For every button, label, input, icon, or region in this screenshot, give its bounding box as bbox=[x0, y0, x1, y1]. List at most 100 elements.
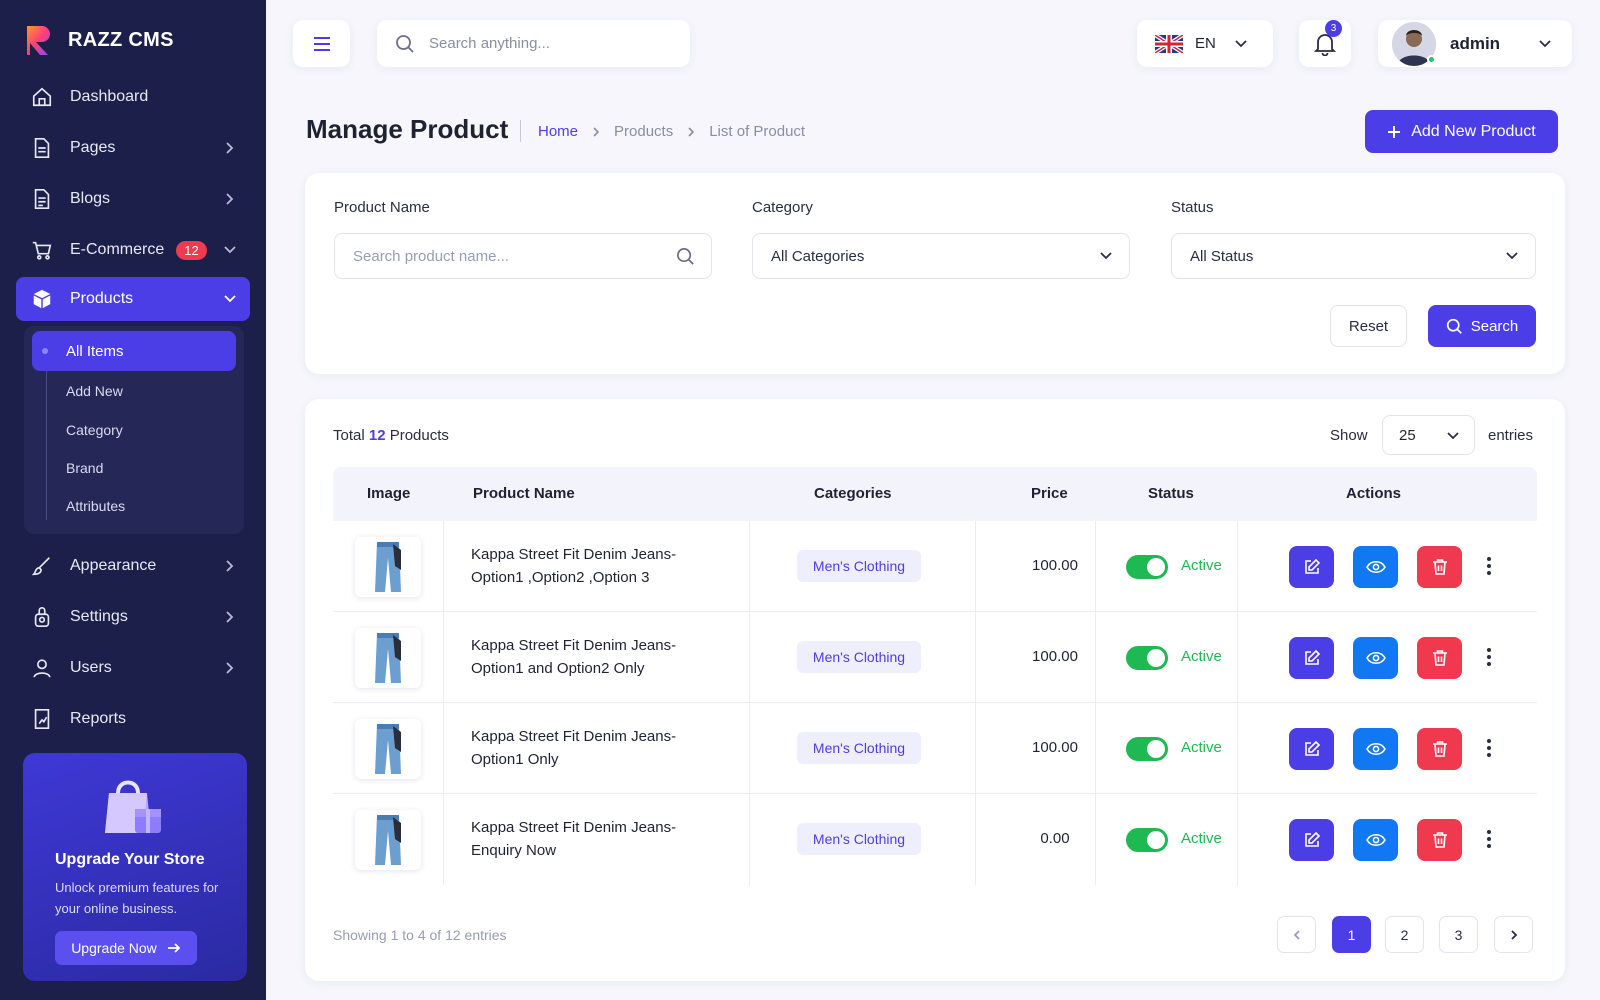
view-button[interactable] bbox=[1353, 546, 1398, 588]
breadcrumb-products[interactable]: Products bbox=[614, 123, 673, 140]
chevron-right-icon bbox=[220, 138, 240, 158]
more-options-icon[interactable] bbox=[1483, 736, 1495, 760]
view-button[interactable] bbox=[1353, 728, 1398, 770]
search-icon bbox=[1446, 318, 1462, 334]
status-text: Active bbox=[1181, 739, 1222, 756]
pagination-prev-button[interactable] bbox=[1277, 916, 1316, 953]
upgrade-now-button[interactable]: Upgrade Now bbox=[55, 931, 197, 965]
category-label: Category bbox=[752, 199, 813, 216]
product-name-line1: Kappa Street Fit Denim Jeans- bbox=[471, 546, 677, 563]
delete-button[interactable] bbox=[1417, 819, 1462, 861]
submenu-category[interactable]: Category bbox=[32, 410, 236, 450]
product-name-input[interactable]: Search product name... bbox=[334, 233, 712, 279]
delete-button[interactable] bbox=[1417, 637, 1462, 679]
product-name-line2: Option1 and Option2 Only bbox=[471, 660, 645, 677]
product-thumbnail[interactable] bbox=[355, 628, 421, 688]
pagination-next-button[interactable] bbox=[1494, 916, 1533, 953]
language-select[interactable]: EN bbox=[1137, 20, 1273, 67]
column-divider bbox=[975, 612, 976, 702]
submenu-brand[interactable]: Brand bbox=[32, 448, 236, 488]
pagination-page-1[interactable]: 1 bbox=[1332, 916, 1371, 953]
more-options-icon[interactable] bbox=[1483, 827, 1495, 851]
edit-button[interactable] bbox=[1289, 546, 1334, 588]
page-title: Manage Product bbox=[306, 114, 509, 144]
status-toggle[interactable] bbox=[1126, 737, 1168, 761]
sidebar-item-users[interactable]: Users bbox=[16, 646, 250, 690]
add-new-product-button[interactable]: Add New Product bbox=[1365, 110, 1558, 153]
edit-button[interactable] bbox=[1289, 819, 1334, 861]
user-menu[interactable]: admin bbox=[1378, 20, 1572, 67]
status-toggle[interactable] bbox=[1126, 646, 1168, 670]
status-text: Active bbox=[1181, 557, 1222, 574]
chevron-right-icon bbox=[593, 126, 600, 137]
product-price: 0.00 bbox=[1040, 830, 1070, 847]
pagination-page-2[interactable]: 2 bbox=[1385, 916, 1424, 953]
reset-button[interactable]: Reset bbox=[1330, 305, 1407, 347]
chevron-left-icon bbox=[1293, 929, 1300, 940]
sidebar-item-label: Pages bbox=[70, 139, 116, 156]
header-actions: Actions bbox=[1346, 485, 1402, 502]
product-thumbnail[interactable] bbox=[355, 810, 421, 870]
sidebar-item-label: Blogs bbox=[70, 190, 111, 207]
more-options-icon[interactable] bbox=[1483, 554, 1495, 578]
category-select[interactable]: All Categories bbox=[752, 233, 1130, 279]
edit-button[interactable] bbox=[1289, 637, 1334, 679]
sidebar-item-reports[interactable]: Reports bbox=[16, 697, 250, 741]
product-thumbnail[interactable] bbox=[355, 719, 421, 779]
search-button[interactable]: Search bbox=[1428, 305, 1536, 347]
submenu-all-items[interactable]: All Items bbox=[32, 331, 236, 371]
entries-per-page-select[interactable]: 25 bbox=[1382, 415, 1475, 455]
global-search-input[interactable]: Search anything... bbox=[377, 20, 690, 67]
report-icon bbox=[30, 707, 54, 731]
view-button[interactable] bbox=[1353, 819, 1398, 861]
user-name: admin bbox=[1450, 33, 1501, 53]
jeans-image-icon bbox=[375, 633, 401, 683]
chevron-right-icon bbox=[220, 607, 240, 627]
edit-icon bbox=[1304, 740, 1320, 756]
brand[interactable]: RAZZ CMS bbox=[24, 22, 174, 58]
chevron-down-icon bbox=[1506, 252, 1518, 260]
delete-button[interactable] bbox=[1417, 546, 1462, 588]
user-icon bbox=[30, 656, 54, 680]
menu-toggle-button[interactable] bbox=[293, 20, 350, 67]
entries-label: entries bbox=[1488, 427, 1534, 444]
notifications-button[interactable]: 3 bbox=[1299, 20, 1351, 67]
delete-button[interactable] bbox=[1417, 728, 1462, 770]
product-name-line1: Kappa Street Fit Denim Jeans- bbox=[471, 637, 677, 654]
more-options-icon[interactable] bbox=[1483, 645, 1495, 669]
edit-button[interactable] bbox=[1289, 728, 1334, 770]
view-button[interactable] bbox=[1353, 637, 1398, 679]
sidebar-item-label: Products bbox=[70, 290, 134, 307]
submenu-attributes[interactable]: Attributes bbox=[32, 486, 236, 526]
table-row: Kappa Street Fit Denim Jeans- Enquiry Now… bbox=[333, 794, 1537, 885]
sidebar-item-blogs[interactable]: Blogs bbox=[16, 177, 250, 221]
showing-entries-text: Showing 1 to 4 of 12 entries bbox=[333, 927, 507, 943]
product-name: Kappa Street Fit Denim Jeans- Option1 ,Op… bbox=[471, 543, 711, 589]
jeans-image-icon bbox=[375, 724, 401, 774]
column-divider bbox=[1237, 794, 1238, 885]
pagination-page-3[interactable]: 3 bbox=[1439, 916, 1478, 953]
sidebar-item-dashboard[interactable]: Dashboard bbox=[16, 75, 250, 119]
upgrade-button-label: Upgrade Now bbox=[71, 940, 157, 956]
sidebar-item-label: Users bbox=[70, 659, 112, 676]
sidebar-item-settings[interactable]: Settings bbox=[16, 595, 250, 639]
submenu-add-new[interactable]: Add New bbox=[32, 371, 236, 411]
column-divider bbox=[749, 794, 750, 885]
status-select[interactable]: All Status bbox=[1171, 233, 1536, 279]
status-toggle[interactable] bbox=[1126, 555, 1168, 579]
sidebar-item-pages[interactable]: Pages bbox=[16, 126, 250, 170]
product-thumbnail[interactable] bbox=[355, 537, 421, 597]
cart-icon bbox=[30, 238, 54, 262]
trash-icon bbox=[1432, 559, 1447, 575]
total-prefix: Total bbox=[333, 427, 365, 444]
product-price: 100.00 bbox=[1032, 557, 1078, 574]
status-toggle[interactable] bbox=[1126, 828, 1168, 852]
sidebar-item-products[interactable]: Products bbox=[16, 277, 250, 321]
sidebar-item-ecommerce[interactable]: E-Commerce 12 bbox=[16, 228, 250, 272]
product-name-line2: Option1 ,Option2 ,Option 3 bbox=[471, 569, 650, 586]
total-count: 12 bbox=[368, 427, 386, 444]
jeans-image-icon bbox=[375, 542, 401, 592]
edit-icon bbox=[1304, 831, 1320, 847]
sidebar-item-appearance[interactable]: Appearance bbox=[16, 544, 250, 588]
breadcrumb-home[interactable]: Home bbox=[538, 123, 578, 140]
